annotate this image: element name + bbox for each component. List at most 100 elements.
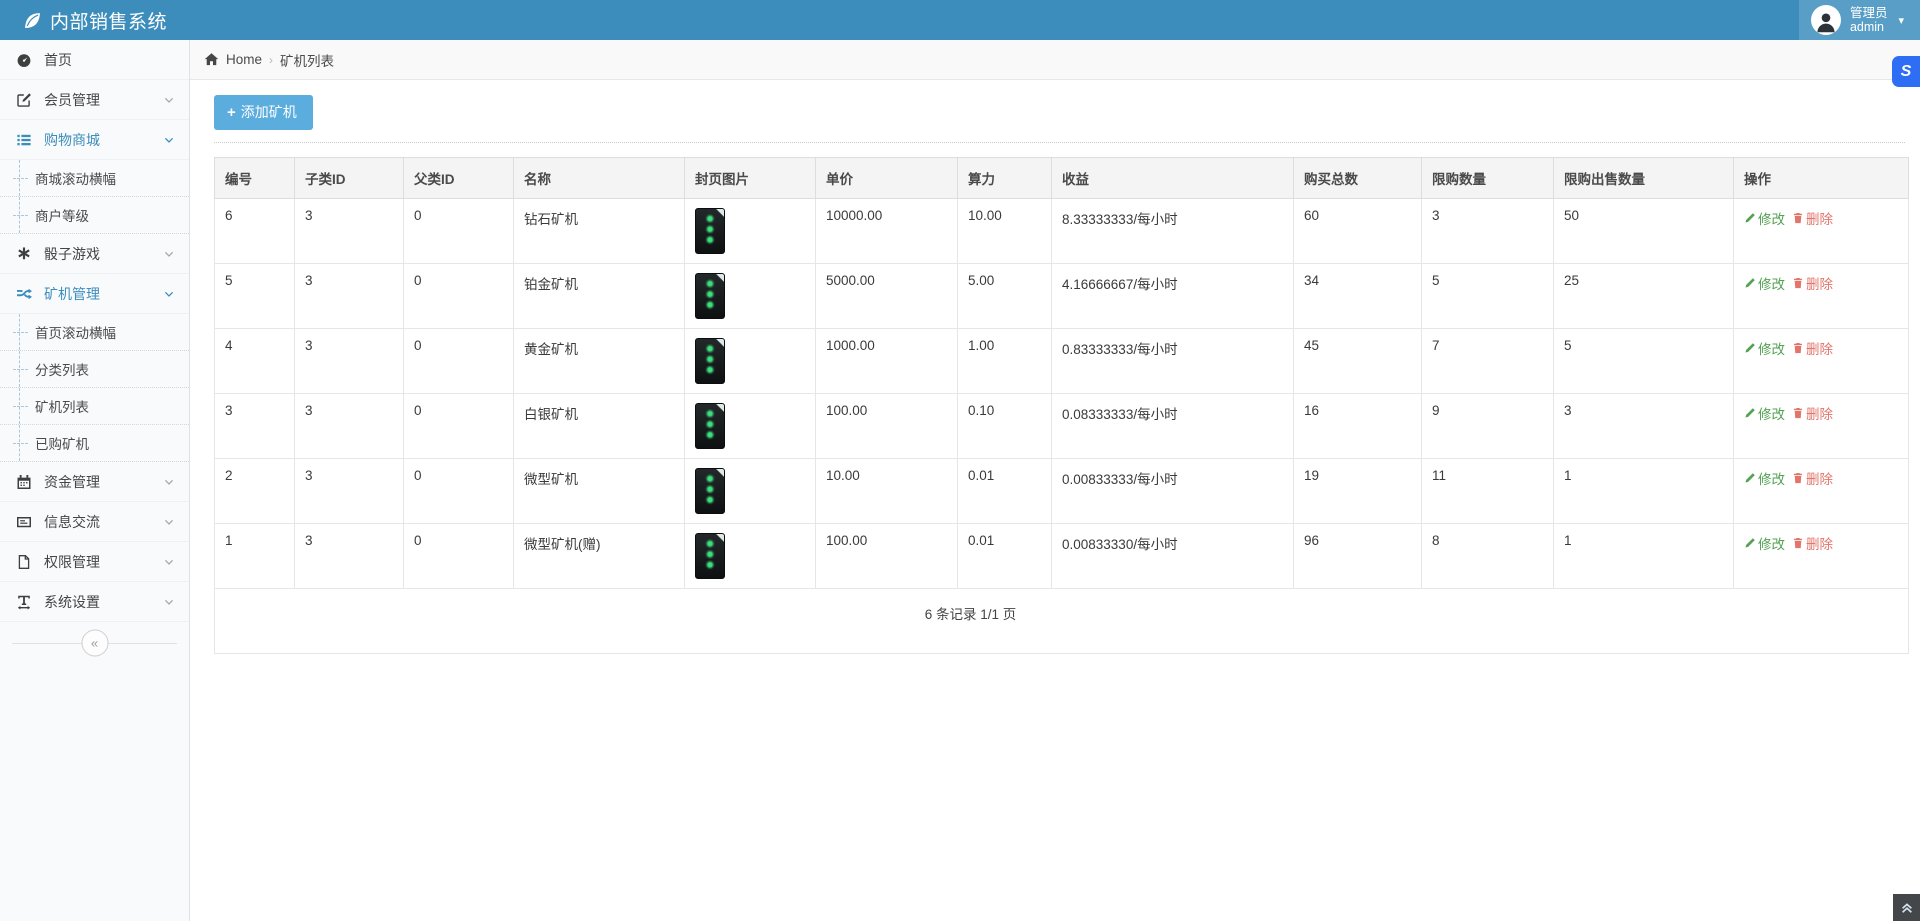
pencil-icon	[1744, 277, 1756, 289]
delete-link[interactable]: 删除	[1792, 208, 1833, 228]
edit-link[interactable]: 修改	[1744, 533, 1785, 553]
column-header: 收益	[1052, 158, 1294, 199]
cell-income: 4.16666667/每小时	[1052, 264, 1294, 329]
column-header: 限购数量	[1422, 158, 1554, 199]
chevron-down-icon	[163, 556, 175, 568]
caret-down-icon: ▾	[1898, 14, 1904, 27]
sidebar: 首页 会员管理 购物商城 商城滚动横幅 商户等级 骰子游戏 矿机管理 首页滚动横…	[0, 40, 190, 921]
cell-limit-buy: 5	[1422, 264, 1554, 329]
sidebar-subitem[interactable]: 已购矿机	[0, 425, 189, 462]
user-menu[interactable]: 管理员 admin ▾	[1799, 0, 1920, 40]
edit-link[interactable]: 修改	[1744, 468, 1785, 488]
cell-power: 10.00	[958, 199, 1052, 264]
cell-actions: 修改删除	[1734, 524, 1909, 589]
edit-link[interactable]: 修改	[1744, 403, 1785, 423]
delete-link[interactable]: 删除	[1792, 403, 1833, 423]
column-header: 名称	[514, 158, 685, 199]
machine-cover-image	[695, 468, 725, 514]
cell-name: 铂金矿机	[514, 264, 685, 329]
machine-cover-image	[695, 338, 725, 384]
cell-price: 10.00	[816, 459, 958, 524]
sidebar-item[interactable]: 首页	[0, 40, 189, 80]
machine-cover-image	[695, 273, 725, 319]
pencil-icon	[1744, 212, 1756, 224]
cell-limit-buy: 3	[1422, 199, 1554, 264]
avatar	[1811, 5, 1841, 35]
cell-sub-id: 3	[295, 199, 404, 264]
trash-icon	[1792, 407, 1804, 419]
sidebar-item[interactable]: 系统设置	[0, 582, 189, 622]
cell-id: 3	[215, 394, 295, 459]
sidebar-subitem-label: 商城滚动横幅	[35, 168, 116, 188]
cell-name: 白银矿机	[514, 394, 685, 459]
cell-parent-id: 0	[404, 199, 514, 264]
delete-link[interactable]: 删除	[1792, 468, 1833, 488]
plus-icon: +	[227, 105, 236, 120]
trash-icon	[1792, 277, 1804, 289]
cell-total-bought: 60	[1294, 199, 1422, 264]
trash-icon	[1792, 537, 1804, 549]
delete-link[interactable]: 删除	[1792, 338, 1833, 358]
breadcrumb-separator: ›	[269, 53, 273, 67]
app-logo: 内部销售系统	[0, 7, 167, 34]
sidebar-subitem[interactable]: 商城滚动横幅	[0, 160, 189, 197]
collapse-sidebar-button[interactable]: «	[81, 630, 108, 657]
chevron-down-icon	[163, 134, 175, 146]
sidebar-subitem[interactable]: 首页滚动横幅	[0, 314, 189, 351]
cell-sub-id: 3	[295, 264, 404, 329]
cell-cover	[685, 264, 816, 329]
pagination-row: 6 条记录 1/1 页	[215, 589, 1909, 654]
column-header: 操作	[1734, 158, 1909, 199]
sidebar-item[interactable]: 骰子游戏	[0, 234, 189, 274]
cell-id: 6	[215, 199, 295, 264]
add-machine-button[interactable]: + 添加矿机	[214, 95, 313, 130]
cell-price: 5000.00	[816, 264, 958, 329]
mining-machine-graphic	[695, 533, 725, 579]
column-header: 算力	[958, 158, 1052, 199]
cell-power: 5.00	[958, 264, 1052, 329]
mining-machine-graphic	[695, 403, 725, 449]
cell-parent-id: 0	[404, 524, 514, 589]
sidebar-item[interactable]: 矿机管理	[0, 274, 189, 314]
user-role: 管理员	[1850, 6, 1888, 20]
sidebar-subitem-label: 已购矿机	[35, 433, 89, 453]
delete-link[interactable]: 删除	[1792, 533, 1833, 553]
user-info: 管理员 admin	[1850, 6, 1888, 34]
shuffle-icon	[16, 286, 32, 302]
sidebar-subitem[interactable]: 商户等级	[0, 197, 189, 234]
pencil-icon	[1744, 472, 1756, 484]
sidebar-item-label: 系统设置	[44, 592, 100, 612]
trash-icon	[1792, 472, 1804, 484]
table-header-row: 编号子类ID父类ID名称封页图片单价算力收益购买总数限购数量限购出售数量操作	[215, 158, 1909, 199]
sidebar-item[interactable]: 权限管理	[0, 542, 189, 582]
s-logo-badge[interactable]: S	[1892, 56, 1920, 87]
delete-link[interactable]: 删除	[1792, 273, 1833, 293]
edit-link[interactable]: 修改	[1744, 338, 1785, 358]
cell-cover	[685, 329, 816, 394]
leaf-icon	[24, 12, 41, 29]
sidebar-subitem[interactable]: 矿机列表	[0, 388, 189, 425]
sidebar-item[interactable]: 购物商城	[0, 120, 189, 160]
breadcrumb-home-link[interactable]: Home	[226, 52, 262, 67]
table-row: 4 3 0 黄金矿机 1000.00 1.00 0.83333333/每小时 4…	[215, 329, 1909, 394]
edit-link[interactable]: 修改	[1744, 208, 1785, 228]
file-icon	[16, 554, 32, 570]
list-icon	[16, 132, 32, 148]
sidebar-item[interactable]: 信息交流	[0, 502, 189, 542]
cell-price: 10000.00	[816, 199, 958, 264]
sidebar-item[interactable]: 会员管理	[0, 80, 189, 120]
trash-icon	[1792, 212, 1804, 224]
cell-limit-buy: 8	[1422, 524, 1554, 589]
message-icon	[16, 514, 32, 530]
sidebar-item[interactable]: 资金管理	[0, 462, 189, 502]
mining-machine-graphic	[695, 208, 725, 254]
cell-total-bought: 16	[1294, 394, 1422, 459]
sidebar-item-label: 信息交流	[44, 512, 100, 532]
edit-link[interactable]: 修改	[1744, 273, 1785, 293]
sidebar-subitem[interactable]: 分类列表	[0, 351, 189, 388]
cell-power: 1.00	[958, 329, 1052, 394]
column-header: 编号	[215, 158, 295, 199]
sidebar-subitem-label: 商户等级	[35, 205, 89, 225]
back-to-top-button[interactable]	[1893, 894, 1920, 921]
app-title: 内部销售系统	[50, 7, 167, 34]
